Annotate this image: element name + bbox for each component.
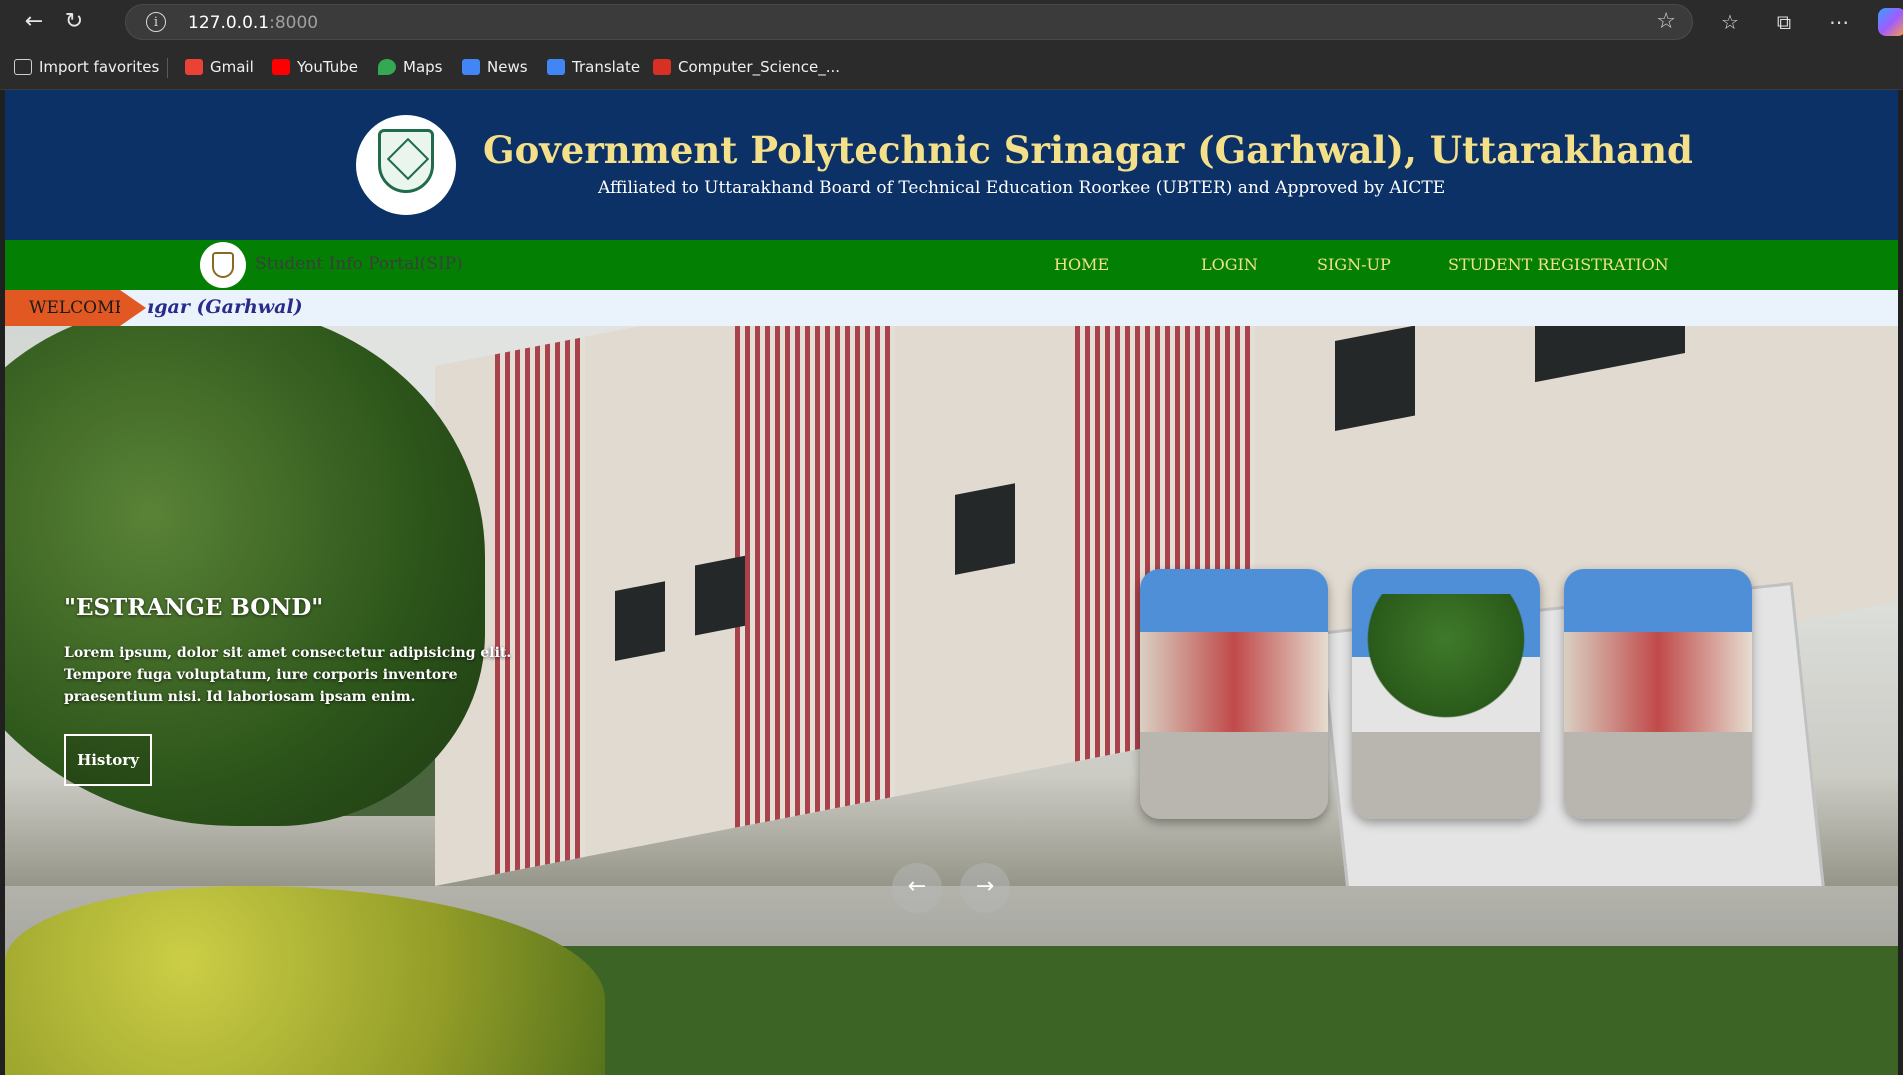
youtube-icon xyxy=(272,59,290,75)
carousel-thumbnail[interactable] xyxy=(1564,569,1752,819)
nav-login[interactable]: LOGIN xyxy=(1201,255,1258,274)
nav-sign-up[interactable]: SIGN-UP xyxy=(1317,255,1391,274)
prev-arrow-icon[interactable]: ← xyxy=(892,863,942,913)
bookmarks-bar: Import favorites Gmail YouTube Maps News… xyxy=(0,44,1903,90)
back-icon[interactable]: ← xyxy=(17,6,51,38)
welcome-badge: WELCOME xyxy=(5,290,146,326)
bookmarks-divider xyxy=(167,58,168,78)
site-info-icon[interactable]: i xyxy=(146,12,166,32)
bookmark-maps[interactable]: Maps xyxy=(378,56,442,78)
bookmark-news[interactable]: News xyxy=(462,56,528,78)
portal-name[interactable]: Student Info Portal(SIP) xyxy=(255,254,463,274)
thumb-tree xyxy=(1352,594,1540,744)
import-icon xyxy=(14,59,32,75)
slide-title: "ESTRANGE BOND" xyxy=(64,594,324,621)
news-icon xyxy=(462,59,480,75)
copilot-icon[interactable] xyxy=(1878,8,1903,36)
translate-icon xyxy=(547,59,565,75)
bookmark-pdf[interactable]: Computer_Science_... xyxy=(653,56,840,78)
nav-student-registration[interactable]: STUDENT REGISTRATION xyxy=(1448,255,1669,274)
history-button[interactable]: History xyxy=(64,734,152,786)
thumb-building xyxy=(1140,631,1328,744)
thumb-ground xyxy=(1564,731,1752,819)
site-title: Government Polytechnic Srinagar (Garhwal… xyxy=(483,128,1693,172)
address-url[interactable]: 127.0.0.1:8000 xyxy=(188,13,318,33)
bookmark-gmail[interactable]: Gmail xyxy=(185,56,254,78)
gmail-icon xyxy=(185,59,203,75)
thumb-building xyxy=(1564,631,1752,744)
ticker-text: ıgar (Garhwal) xyxy=(147,296,303,318)
web-page: Government Polytechnic Srinagar (Garhwal… xyxy=(5,90,1898,1075)
next-arrow-icon[interactable]: → xyxy=(960,863,1010,913)
nav-home[interactable]: HOME xyxy=(1054,255,1109,274)
favorite-star-icon[interactable]: ☆ xyxy=(1656,9,1676,34)
main-navbar: Student Info Portal(SIP) HOME LOGIN SIGN… xyxy=(5,240,1898,290)
college-logo xyxy=(356,115,456,215)
browser-toolbar: ← ↻ i 127.0.0.1:8000 ☆ ☆ ⧉ ⋯ xyxy=(0,0,1903,44)
thumb-ground xyxy=(1140,731,1328,819)
slide-description: Lorem ipsum, dolor sit amet consectetur … xyxy=(64,645,512,705)
refresh-icon[interactable]: ↻ xyxy=(57,6,91,38)
carousel-thumbnail[interactable] xyxy=(1140,569,1328,819)
shield-emblem-icon xyxy=(378,129,434,193)
hero-carousel: "ESTRANGE BOND" Lorem ipsum, dolor sit a… xyxy=(5,326,1898,1075)
site-subtitle: Affiliated to Uttarakhand Board of Techn… xyxy=(598,178,1446,198)
more-icon[interactable]: ⋯ xyxy=(1822,6,1856,38)
address-bar[interactable]: i 127.0.0.1:8000 ☆ xyxy=(125,4,1693,40)
news-ticker: WELCOME ıgar (Garhwal) xyxy=(5,290,1898,326)
bookmark-import-favorites[interactable]: Import favorites xyxy=(14,56,159,78)
portal-logo[interactable] xyxy=(200,242,246,288)
site-header: Government Polytechnic Srinagar (Garhwal… xyxy=(5,90,1898,240)
favorites-icon[interactable]: ☆ xyxy=(1713,6,1747,38)
thumb-ground xyxy=(1352,731,1540,819)
bookmark-translate[interactable]: Translate xyxy=(547,56,640,78)
collections-icon[interactable]: ⧉ xyxy=(1767,6,1801,38)
bookmark-youtube[interactable]: YouTube xyxy=(272,56,358,78)
carousel-thumbnail[interactable] xyxy=(1352,569,1540,819)
pdf-icon xyxy=(653,59,671,75)
maps-icon xyxy=(378,59,396,75)
